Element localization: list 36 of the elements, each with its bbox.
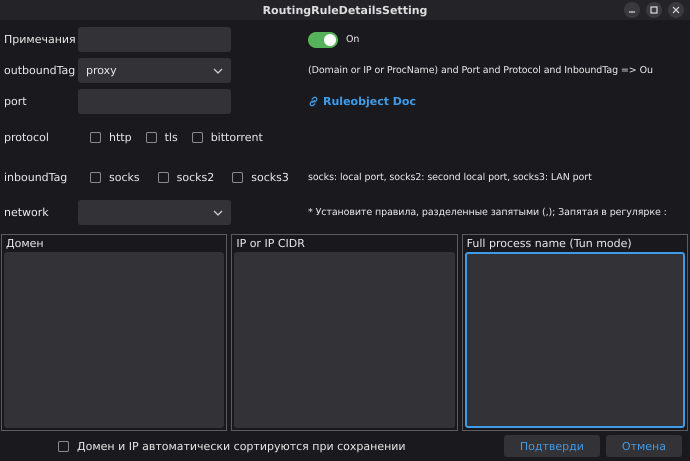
- outbound-tag-dropdown[interactable]: proxy: [78, 58, 231, 83]
- close-button[interactable]: [668, 2, 684, 18]
- field-label: Примечания: [4, 33, 77, 46]
- inbound-tag-checkbox[interactable]: socks: [90, 170, 140, 184]
- port-field[interactable]: [78, 89, 231, 114]
- chevron-down-icon: [213, 68, 223, 74]
- protocol-checkbox[interactable]: bittorrent: [192, 130, 263, 144]
- doc-link[interactable]: Ruleobject Doc: [308, 95, 416, 108]
- inbound-tag-checkbox[interactable]: socks2: [158, 170, 214, 184]
- auto-sort-checkbox[interactable]: Домен и IP автоматически сортируются при сохранении: [58, 440, 406, 452]
- field-label: port: [4, 95, 28, 108]
- panel-title: Full process name (Tun mode): [466, 237, 633, 250]
- close-icon: [672, 6, 680, 14]
- protocol-checkbox[interactable]: http: [90, 130, 132, 144]
- field-label: network: [4, 206, 50, 219]
- field-label: inboundTag: [4, 170, 68, 184]
- remarks-field[interactable]: [78, 27, 231, 52]
- protocol-checkbox[interactable]: tls: [146, 130, 178, 144]
- minimize-button[interactable]: [624, 2, 640, 18]
- maximize-button[interactable]: [646, 2, 662, 18]
- maximize-icon: [650, 6, 658, 14]
- enabled-toggle[interactable]: [308, 32, 338, 48]
- panel-title: IP or IP CIDR: [235, 237, 306, 250]
- rule-hint: (Domain or IP or ProcName) and Port and Protocol and InboundTag => Ou: [308, 65, 653, 76]
- chevron-down-icon: [213, 210, 223, 216]
- field-label: protocol: [4, 130, 50, 144]
- field-label: outboundTag: [4, 64, 76, 77]
- link-icon: [308, 96, 319, 107]
- separator-hint: * Установите правила, разделенные запятыми (,); Запятая в регулярке :: [308, 207, 667, 218]
- window-title: RoutingRuleDetailsSetting: [262, 4, 428, 16]
- confirm-button[interactable]: Подтверди: [504, 435, 600, 457]
- cancel-button[interactable]: Отмена: [606, 435, 682, 457]
- toggle-label: On: [346, 34, 360, 45]
- panel-title: Домен: [5, 237, 45, 250]
- inbound-tag-checkbox[interactable]: socks3: [232, 170, 289, 184]
- inbound-hint: socks: local port, socks2: second local port, socks3: LAN port: [308, 172, 592, 182]
